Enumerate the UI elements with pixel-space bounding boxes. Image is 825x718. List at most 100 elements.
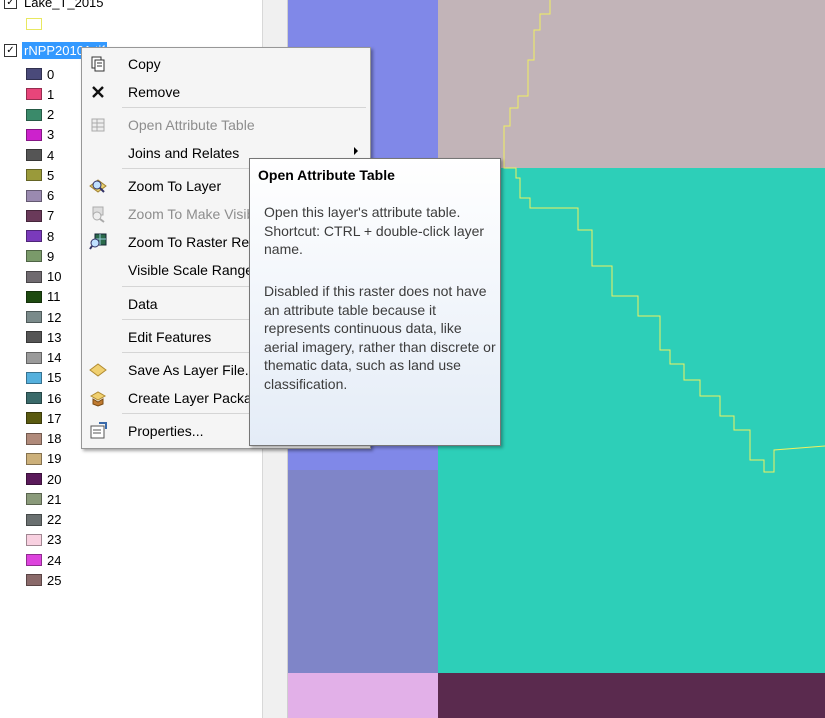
legend-swatch[interactable] — [26, 554, 42, 566]
legend-class-row[interactable]: 1 — [26, 84, 54, 104]
legend-swatch[interactable] — [26, 209, 42, 222]
legend-swatch[interactable] — [26, 250, 42, 263]
legend-class-row[interactable]: 7 — [26, 206, 54, 226]
legend-swatch[interactable] — [26, 432, 42, 445]
menu-item-label: Zoom To Make Visible — [128, 205, 266, 222]
legend-swatch[interactable] — [26, 128, 42, 141]
legend-class-row[interactable]: 0 — [26, 64, 54, 84]
legend-label: 14 — [47, 350, 62, 365]
legend-class-row[interactable]: 23 — [26, 530, 61, 550]
remove-icon — [88, 82, 108, 102]
legend-class-row[interactable]: 15 — [26, 368, 61, 388]
toc-layer-lake[interactable]: ✓ Lake_T_2015 — [4, 0, 106, 12]
legend-class-row[interactable]: 25 — [26, 570, 61, 590]
legend-label: 15 — [47, 370, 62, 386]
menu-item-remove[interactable]: Remove — [82, 78, 370, 105]
legend-class-row[interactable]: 24 — [26, 550, 61, 570]
legend-swatch[interactable] — [26, 351, 42, 364]
raster-region-pink — [288, 673, 438, 718]
legend-class-row[interactable]: 14 — [26, 348, 61, 368]
legend-label: 7 — [47, 208, 55, 224]
legend-swatch[interactable] — [26, 392, 42, 404]
legend-label: 21 — [47, 491, 62, 507]
legend-swatch[interactable] — [26, 149, 42, 161]
menu-separator — [122, 107, 366, 108]
legend-label: 20 — [47, 471, 62, 487]
tooltip-open-attribute-table: Open Attribute Table Open this layer's a… — [249, 158, 501, 446]
raster-region-slate — [288, 470, 438, 673]
menu-item-label: Remove — [128, 83, 181, 100]
legend-swatch[interactable] — [26, 88, 42, 101]
legend-class-row[interactable]: 12 — [26, 307, 61, 327]
legend-swatch[interactable] — [26, 493, 42, 506]
legend-label: 2 — [47, 107, 55, 122]
legend-class-row[interactable]: 6 — [26, 186, 54, 206]
legend-swatch[interactable] — [26, 290, 42, 303]
lake-symbol — [26, 14, 42, 34]
menu-item-label: Data — [128, 295, 158, 312]
legend-swatch[interactable] — [26, 533, 42, 546]
menu-item-label: Joins and Relates — [128, 144, 240, 161]
zoom-visible-icon — [88, 204, 108, 224]
legend-swatch[interactable] — [26, 169, 42, 182]
legend-class-row[interactable]: 9 — [26, 246, 54, 266]
legend-class-row[interactable]: 10 — [26, 267, 61, 287]
submenu-arrow-icon — [354, 147, 358, 155]
legend-label: 8 — [47, 228, 55, 244]
legend-class-row[interactable]: 13 — [26, 327, 61, 347]
layer-package-icon — [88, 388, 108, 408]
legend-swatch[interactable] — [26, 311, 42, 323]
legend-swatch[interactable] — [26, 412, 42, 425]
legend-label: 18 — [47, 431, 62, 446]
legend-swatch[interactable] — [26, 331, 42, 344]
legend-label: 25 — [47, 572, 62, 588]
legend-swatch[interactable] — [26, 513, 42, 526]
legend-class-row[interactable]: 16 — [26, 388, 61, 408]
menu-item-label: Copy — [128, 55, 161, 72]
layer-file-icon — [88, 360, 108, 380]
legend-label: 5 — [47, 167, 55, 183]
menu-item-label: Open Attribute Table — [128, 116, 255, 133]
legend-class-row[interactable]: 19 — [26, 449, 61, 469]
legend-label: 19 — [47, 451, 62, 467]
legend-label: 6 — [47, 188, 55, 203]
menu-item-copy[interactable]: Copy — [82, 50, 370, 77]
legend-class-row[interactable]: 22 — [26, 510, 61, 530]
legend-swatch[interactable] — [26, 371, 42, 384]
layer-visibility-checkbox[interactable]: ✓ — [4, 0, 17, 9]
legend-swatch[interactable] — [26, 270, 42, 283]
legend-class-row[interactable]: 4 — [26, 145, 54, 165]
tooltip-paragraph-disabled-reason: Disabled if this raster does not have an… — [264, 283, 496, 392]
table-icon — [88, 115, 108, 135]
legend-class-row[interactable]: 20 — [26, 469, 61, 489]
legend-class-row[interactable]: 17 — [26, 408, 61, 428]
legend-class-row[interactable]: 8 — [26, 226, 54, 246]
layer-visibility-checkbox[interactable]: ✓ — [4, 43, 17, 57]
raster-region-plum — [438, 673, 825, 718]
legend-class-row[interactable]: 5 — [26, 165, 54, 185]
layer-name-lake[interactable]: Lake_T_2015 — [22, 0, 106, 11]
legend-label: 13 — [47, 329, 62, 345]
legend-swatch[interactable] — [26, 574, 42, 587]
legend-swatch[interactable] — [26, 230, 42, 242]
legend-swatch[interactable] — [26, 452, 42, 465]
zoom-raster-icon — [88, 232, 108, 252]
legend-class-row[interactable]: 21 — [26, 489, 61, 509]
legend-swatch[interactable] — [26, 68, 42, 80]
legend-label: 17 — [47, 410, 62, 426]
legend-class-row[interactable]: 2 — [26, 105, 54, 125]
legend-label: 1 — [47, 86, 55, 102]
legend-swatch[interactable] — [26, 108, 42, 121]
lake-symbol-swatch — [26, 18, 42, 30]
legend-label: 3 — [47, 127, 55, 143]
legend-swatch[interactable] — [26, 189, 42, 202]
menu-item-label: Properties... — [128, 422, 204, 439]
legend-swatch[interactable] — [26, 473, 42, 485]
legend-class-row[interactable]: 3 — [26, 125, 54, 145]
legend-label: 0 — [47, 66, 55, 82]
legend-class-row[interactable]: 18 — [26, 429, 61, 449]
menu-item-open-attribute-table[interactable]: Open Attribute Table — [82, 111, 370, 138]
legend-label: 12 — [47, 309, 62, 325]
legend-class-row[interactable]: 11 — [26, 287, 61, 307]
menu-item-label: Zoom To Layer — [128, 177, 222, 194]
